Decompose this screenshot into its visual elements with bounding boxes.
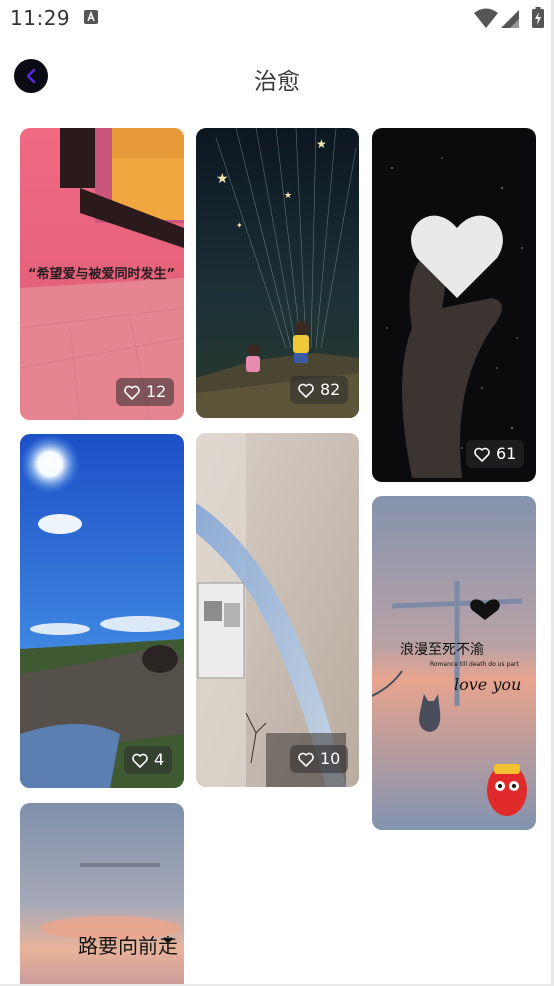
wallpaper-card[interactable]: 4: [20, 434, 184, 788]
road-caption-text: 路要向前走: [78, 934, 178, 958]
svg-text:✦: ✦: [236, 221, 243, 230]
like-count: 4: [154, 750, 165, 769]
notification-app-icon: [84, 10, 98, 24]
heart-outline-icon: [298, 383, 314, 398]
battery-charging-icon: [532, 7, 544, 28]
like-count: 10: [320, 749, 341, 768]
romance-caption-text: 浪漫至死不渝: [400, 642, 484, 658]
header: 治愈: [0, 50, 554, 102]
romance-sub-caption-text: Romance till death do us part: [430, 661, 519, 668]
wallpaper-card[interactable]: 10: [196, 433, 359, 787]
love-you-text: love you: [454, 675, 521, 694]
wallpaper-card[interactable]: ★ ★ ★ ✦ 82: [196, 128, 359, 418]
wallpaper-image: 浪漫至死不渝 Romance till death do us part lov…: [372, 496, 536, 830]
signal-icon: [501, 10, 519, 28]
screen: 11:29 治愈 “希望爱与被爱同时发生” 12 ★ ★ ★ ✦ 82 61 4…: [0, 0, 554, 986]
wall-caption-text: “希望爱与被爱同时发生”: [28, 266, 175, 282]
like-badge[interactable]: 4: [124, 746, 173, 774]
page-title: 治愈: [254, 69, 300, 95]
like-count: 61: [496, 444, 517, 463]
status-bar: 11:29: [0, 0, 554, 36]
wallpaper-card[interactable]: 61: [372, 128, 536, 482]
wallpaper-card[interactable]: “希望爱与被爱同时发生” 12: [20, 128, 184, 420]
svg-text:★: ★: [216, 171, 229, 187]
wallpaper-image: ★ ★ ★ ✦: [196, 128, 359, 418]
wallpaper-image: 路要向前走: [20, 803, 184, 986]
svg-text:★: ★: [284, 191, 292, 201]
heart-outline-icon: [298, 752, 314, 767]
like-badge[interactable]: 12: [116, 378, 175, 406]
like-badge[interactable]: 82: [290, 376, 349, 404]
wallpaper-card[interactable]: 浪漫至死不渝 Romance till death do us part lov…: [372, 496, 536, 830]
svg-text:★: ★: [316, 137, 327, 151]
like-badge[interactable]: 10: [290, 745, 349, 773]
like-count: 82: [320, 380, 341, 399]
wallpaper-card[interactable]: 路要向前走: [20, 803, 184, 986]
like-count: 12: [146, 382, 167, 401]
heart-outline-icon: [132, 753, 148, 768]
heart-outline-icon: [124, 385, 140, 400]
wallpaper-image: [196, 433, 359, 787]
wifi-icon: [474, 8, 498, 28]
wallpaper-image: [20, 434, 184, 788]
status-time: 11:29: [10, 6, 71, 30]
like-badge[interactable]: 61: [466, 440, 525, 468]
heart-outline-icon: [474, 447, 490, 462]
wallpaper-image: [372, 128, 536, 482]
wallpaper-image: “希望爱与被爱同时发生”: [20, 128, 184, 420]
